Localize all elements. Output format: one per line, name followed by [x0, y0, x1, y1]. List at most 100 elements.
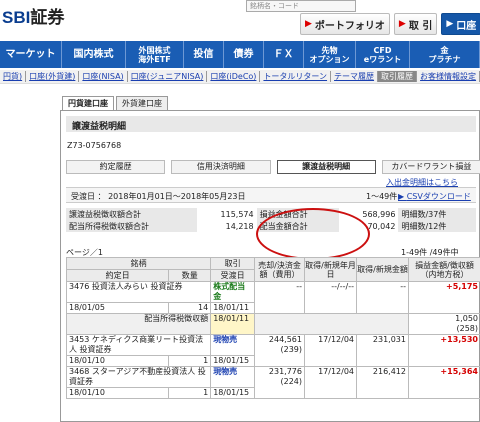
content-panel: 円貨建口座 外貨建口座 譲渡益税明細 Z73-0756768 約定履歴 信用決済… — [55, 94, 480, 422]
settle-date: 18/01/15 — [210, 355, 255, 367]
page-title: 譲渡益税明細 — [66, 116, 476, 132]
subnav-trade-history[interactable]: 取引履歴 — [378, 71, 418, 82]
nav-bond[interactable]: 債券 — [224, 41, 264, 68]
portfolio-button[interactable]: ▶ ポートフォリオ — [300, 13, 390, 35]
acq-amount: 231,031 — [356, 334, 409, 367]
tax-value: 1,050 — [455, 314, 478, 323]
col-header-date: 約定日 — [65, 269, 170, 282]
settle-date: 18/01/15 — [210, 387, 255, 399]
col-header-acq-amount: 取得/新規金額 — [356, 257, 409, 282]
result-count: 1～49件 — [366, 192, 398, 201]
panel-box: 譲渡益税明細 Z73-0756768 約定履歴 信用決済明細 譲渡益税明細 カバ… — [60, 110, 480, 422]
stock-name[interactable]: 3476 投資法人みらい 投資証券 — [65, 281, 212, 303]
col-header-stock: 銘柄 — [65, 257, 212, 270]
quantity: 14 — [168, 302, 212, 314]
logo-suffix: 証券 — [30, 8, 65, 27]
sale-value: 231,776 — [268, 367, 302, 376]
arrow-icon: ▶ — [305, 19, 312, 29]
margin-settlement-button[interactable]: 信用決済明細 — [171, 160, 271, 174]
subnav-junior-nisa[interactable]: 口座(ジュニアNISA) — [128, 71, 208, 82]
subnav-total-return[interactable]: トータルリターン — [260, 71, 332, 82]
sale-fee: (239) — [280, 345, 302, 354]
pl-amount: +5,175 — [408, 281, 480, 314]
sale-amount: -- — [254, 281, 305, 314]
account-button[interactable]: ▶ 口座 — [441, 13, 480, 35]
col-header-sale-amount: 売却/決済金額（費用） — [254, 257, 305, 282]
nav-domestic-stock[interactable]: 国内株式 — [62, 41, 126, 68]
subnav-settings[interactable]: お客様情報設定 — [417, 71, 480, 82]
quantity: 1 — [168, 387, 212, 399]
exec-date: 18/01/05 — [65, 302, 170, 314]
pl-amount: +15,364 — [408, 366, 480, 399]
pl-amount: +13,530 — [408, 334, 480, 367]
nav-foreign-stock[interactable]: 外国株式 海外ETF — [126, 41, 184, 68]
history-type-buttons: 約定履歴 信用決済明細 譲渡益税明細 カバードワラント損益 — [66, 160, 480, 174]
col-header-acq-date: 取得/新規年月日 — [304, 257, 357, 282]
table-header-row: 銘柄 取引 売却/決済金額（費用） 取得/新規年月日 取得/新規金額 損益金額/… — [65, 257, 480, 282]
details-table: 銘柄 取引 売却/決済金額（費用） 取得/新規年月日 取得/新規金額 損益金額/… — [65, 257, 480, 399]
sub-nav: 円貨) 口座(外貨建) 口座(NISA) 口座(ジュニアNISA) 口座(iDe… — [0, 70, 480, 84]
highlight-ellipse — [256, 208, 370, 260]
sale-amount: 231,776 (224) — [254, 366, 305, 399]
table-row: 3476 投資法人みらい 投資証券 株式配当金 -- --/--/-- -- +… — [65, 281, 480, 314]
table-row: 配当所得税徴収額 18/01/11 1,050 (258) — [65, 313, 480, 335]
nav-gold[interactable]: 金 プラチナ — [410, 41, 480, 68]
arrow-icon: ▶ — [446, 19, 454, 29]
table-row: 3468 スターアジア不動産投資法人 投資証券 現物売 231,776 (224)… — [65, 366, 480, 399]
col-header-trade: 取引 — [210, 257, 255, 270]
subnav-theme[interactable]: テーマ履歴 — [331, 71, 379, 82]
stock-search-input[interactable]: 銘柄名・コード — [246, 0, 356, 12]
nav-cfd[interactable]: CFD eワラント — [356, 41, 410, 68]
subnav-ideco[interactable]: 口座(iDeCo) — [207, 71, 261, 82]
summary-label: 配当所得税徴収額合計 — [66, 220, 198, 232]
empty-cell — [254, 313, 409, 335]
acq-amount: 216,412 — [356, 366, 409, 399]
nav-market[interactable]: マーケット — [0, 41, 62, 68]
table-row: 3453 ケネディクス商業リート投資法人 投資証券 現物売 244,561 (23… — [65, 334, 480, 367]
period-text: 受渡日 ： 2018年01月01日～2018年05月23日 — [71, 192, 246, 201]
trade-button[interactable]: ▶ 取 引 — [393, 13, 438, 35]
trade-type: 現物売 — [210, 334, 255, 356]
csv-label: CSVダウンロード — [406, 192, 471, 201]
stock-name[interactable]: 3453 ケネディクス商業リート投資法人 投資証券 — [65, 334, 212, 356]
trade-label: 取 引 — [408, 20, 433, 32]
subnav-yen[interactable]: 円貨) — [0, 71, 27, 82]
acq-date: 17/12/04 — [304, 366, 357, 399]
settle-date: 18/01/11 — [210, 313, 255, 335]
tab-foreign-account[interactable]: 外貨建口座 — [116, 96, 168, 110]
tab-yen-account[interactable]: 円貨建口座 — [62, 96, 114, 110]
header-buttons: ▶ ポートフォリオ ▶ 取 引 ▶ 口座 — [300, 13, 480, 35]
summary-count: 明細数/37件 — [398, 208, 476, 220]
tax-amount: 1,050 (258) — [408, 313, 480, 335]
acq-amount: -- — [356, 281, 409, 314]
covered-warrant-button[interactable]: カバードワラント損益 — [381, 160, 480, 174]
sbi-logo[interactable]: SBI証券 — [2, 3, 64, 28]
csv-download-link[interactable]: ▶ CSVダウンロード — [398, 191, 471, 202]
main-nav: マーケット 国内株式 外国株式 海外ETF 投信 債券 ＦＸ 先物 オプション … — [0, 41, 480, 68]
summary-label: 譲渡益税徴収額合計 — [66, 208, 198, 220]
sale-amount: 244,561 (239) — [254, 334, 305, 367]
nav-fund[interactable]: 投信 — [184, 41, 224, 68]
summary-count: 明細数/12件 — [398, 220, 476, 232]
trade-type: 株式配当金 — [210, 281, 255, 303]
acq-date: --/--/-- — [304, 281, 357, 314]
settle-date: 18/01/11 — [210, 302, 255, 314]
account-tabs: 円貨建口座 外貨建口座 — [62, 96, 168, 110]
subnav-nisa[interactable]: 口座(NISA) — [79, 71, 128, 82]
nav-fx[interactable]: ＦＸ — [264, 41, 304, 68]
tax-local: (258) — [456, 324, 478, 333]
stock-name[interactable]: 3468 スターアジア不動産投資法人 投資証券 — [65, 366, 212, 388]
capital-gains-tax-button[interactable]: 譲渡益税明細 — [276, 160, 376, 174]
quantity: 1 — [168, 355, 212, 367]
exec-date: 18/01/10 — [65, 387, 170, 399]
col-header-settle: 受渡日 — [210, 269, 255, 282]
account-label: 口座 — [456, 20, 477, 32]
logo-mark: SBI — [2, 8, 31, 27]
col-header-pl: 損益金額/徴収額（内地方税） — [408, 257, 480, 282]
execution-history-button[interactable]: 約定履歴 — [66, 160, 166, 174]
subnav-foreign[interactable]: 口座(外貨建) — [26, 71, 80, 82]
sale-value: 244,561 — [268, 335, 302, 344]
col-header-qty: 数量 — [168, 269, 212, 282]
period-bar: 受渡日 ： 2018年01月01日～2018年05月23日 1～49件 ▶ CS… — [66, 187, 476, 203]
nav-futures[interactable]: 先物 オプション — [304, 41, 356, 68]
